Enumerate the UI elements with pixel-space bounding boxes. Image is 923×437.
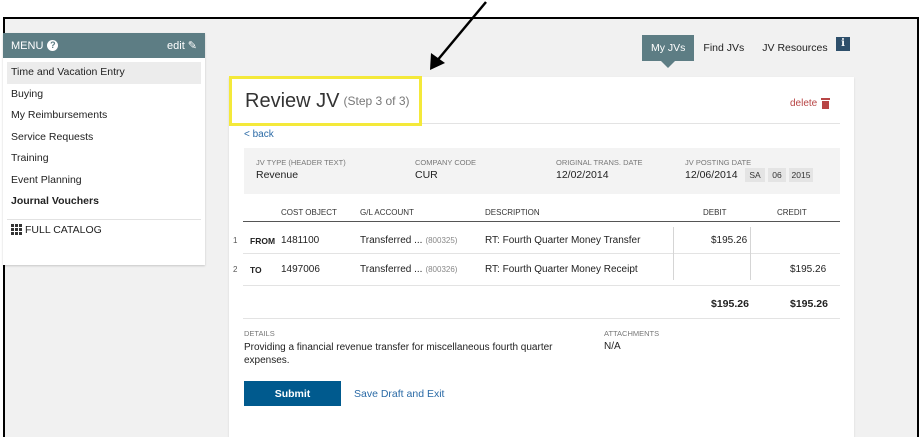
sidebar-item-buying[interactable]: Buying (3, 84, 205, 106)
row-cost-object[interactable]: 1481100 (281, 235, 319, 246)
row-number: 2 (233, 265, 238, 274)
col-header-gl-account: G/L ACCOUNT (360, 208, 414, 217)
col-header-debit: DEBIT (703, 208, 727, 217)
gl-account-name: Transferred ... (360, 264, 423, 275)
row-description[interactable]: RT: Fourth Quarter Money Receipt (485, 264, 638, 275)
attachments-value: N/A (604, 341, 621, 352)
posting-date-value: 12/06/2014 (685, 169, 738, 181)
row-gl-account[interactable]: Transferred ... (800325) (360, 235, 457, 246)
posting-date-label: JV POSTING DATE (685, 158, 752, 167)
orig-date-value: 12/02/2014 (556, 169, 609, 181)
delete-button[interactable]: delete (790, 98, 831, 109)
tab-find-jvs[interactable]: Find JVs (694, 35, 753, 61)
menu-header: MENU ? edit ✎ (3, 33, 205, 58)
menu-title: MENU (11, 39, 44, 52)
col-header-cost-object: COST OBJECT (281, 208, 337, 217)
posting-month-box: 06 (768, 168, 786, 182)
full-catalog-label: FULL CATALOG (25, 223, 102, 236)
pencil-icon: ✎ (187, 40, 197, 52)
gl-account-code: (800325) (425, 236, 458, 245)
row-direction: TO (250, 265, 262, 275)
table-footer-divider (243, 285, 840, 286)
jv-type-label: JV TYPE (HEADER TEXT) (256, 158, 346, 167)
sidebar-item-journal-vouchers[interactable]: Journal Vouchers (3, 191, 205, 213)
annotation-arrow-icon (430, 1, 487, 70)
delete-label: delete (790, 98, 818, 109)
row-number: 1 (233, 236, 238, 245)
page-title: Review JV (245, 89, 340, 112)
submit-button[interactable]: Submit (244, 381, 341, 406)
save-draft-exit-link[interactable]: Save Draft and Exit (354, 388, 444, 400)
gl-account-name: Transferred ... (360, 235, 423, 246)
orig-date-label: ORIGINAL TRANS. DATE (556, 158, 643, 167)
page-title-highlight: Review JV (Step 3 of 3) (229, 76, 422, 126)
posting-day-box: SA (745, 168, 765, 182)
row-credit[interactable]: $195.26 (790, 264, 826, 275)
menu-list: Time and Vacation Entry Buying My Reimbu… (3, 58, 205, 213)
posting-year-box: 2015 (789, 168, 813, 182)
row-debit[interactable]: $195.26 (711, 235, 747, 246)
edit-label: edit (167, 39, 185, 52)
totals-divider (243, 318, 840, 319)
page-step: (Step 3 of 3) (343, 94, 410, 108)
table-header-divider (243, 221, 840, 222)
col-header-description: DESCRIPTION (485, 208, 540, 217)
details-label: DETAILS (244, 329, 275, 338)
sidebar-item-event-planning[interactable]: Event Planning (3, 170, 205, 192)
company-code-value: CUR (415, 169, 438, 181)
sidebar-item-reimbursements[interactable]: My Reimbursements (3, 105, 205, 127)
tab-jv-resources[interactable]: JV Resources (753, 35, 836, 61)
credit-column-border (750, 227, 751, 280)
sidebar-item-service-requests[interactable]: Service Requests (3, 127, 205, 149)
attachments-label: ATTACHMENTS (604, 329, 660, 338)
jv-type-value: Revenue (256, 169, 299, 181)
col-header-credit: CREDIT (777, 208, 807, 217)
jv-header-info: JV TYPE (HEADER TEXT) Revenue COMPANY CO… (244, 148, 840, 194)
edit-menu-button[interactable]: edit ✎ (167, 39, 197, 53)
sidebar-item-time-vacation[interactable]: Time and Vacation Entry (7, 62, 201, 84)
sidebar-menu: MENU ? edit ✎ Time and Vacation Entry Bu… (3, 33, 205, 265)
debit-column-border (673, 227, 674, 280)
trash-icon (821, 98, 831, 109)
sidebar-item-training[interactable]: Training (3, 148, 205, 170)
details-text: Providing a financial revenue transfer f… (244, 342, 553, 366)
total-credit: $195.26 (790, 298, 828, 310)
info-icon[interactable]: i (836, 37, 850, 51)
help-icon[interactable]: ? (47, 40, 59, 51)
tab-my-jvs[interactable]: My JVs (642, 35, 695, 68)
jv-tabs: My JVs Find JVs JV Resources (642, 35, 837, 68)
company-code-label: COMPANY CODE (415, 158, 476, 167)
row-cost-object[interactable]: 1497006 (281, 264, 320, 275)
grid-icon (11, 224, 22, 235)
full-catalog-link[interactable]: FULL CATALOG (3, 220, 205, 240)
gl-account-code: (800326) (425, 265, 458, 274)
row-gl-account[interactable]: Transferred ... (800326) (360, 264, 457, 275)
total-debit: $195.26 (711, 298, 749, 310)
row-description[interactable]: RT: Fourth Quarter Money Transfer (485, 235, 640, 246)
back-link[interactable]: < back (244, 129, 274, 140)
row-direction: FROM (250, 236, 276, 246)
